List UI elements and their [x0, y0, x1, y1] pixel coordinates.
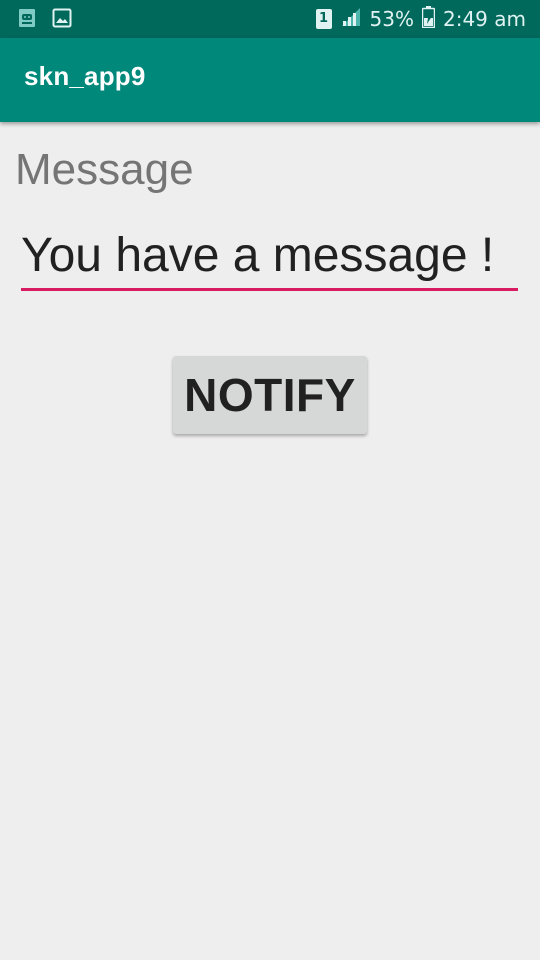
- app-title: skn_app9: [24, 61, 146, 91]
- message-input[interactable]: [21, 222, 518, 291]
- sim-slot-badge: 1: [315, 9, 332, 29]
- clock: 2:49 am: [442, 7, 526, 31]
- message-label: Message: [15, 145, 194, 194]
- battery-charging-icon: [421, 5, 436, 33]
- android-debug-icon: [18, 8, 36, 32]
- status-left-icons: [18, 8, 72, 32]
- app-bar: skn_app9: [0, 38, 540, 122]
- image-icon: [52, 8, 72, 32]
- status-right: 1 53% 2:49 am: [315, 0, 526, 38]
- status-bar: 1 53% 2:49 am: [0, 0, 540, 38]
- signal-icon: [340, 7, 362, 32]
- notify-button[interactable]: NOTIFY: [173, 356, 367, 434]
- battery-percent: 53%: [369, 7, 414, 31]
